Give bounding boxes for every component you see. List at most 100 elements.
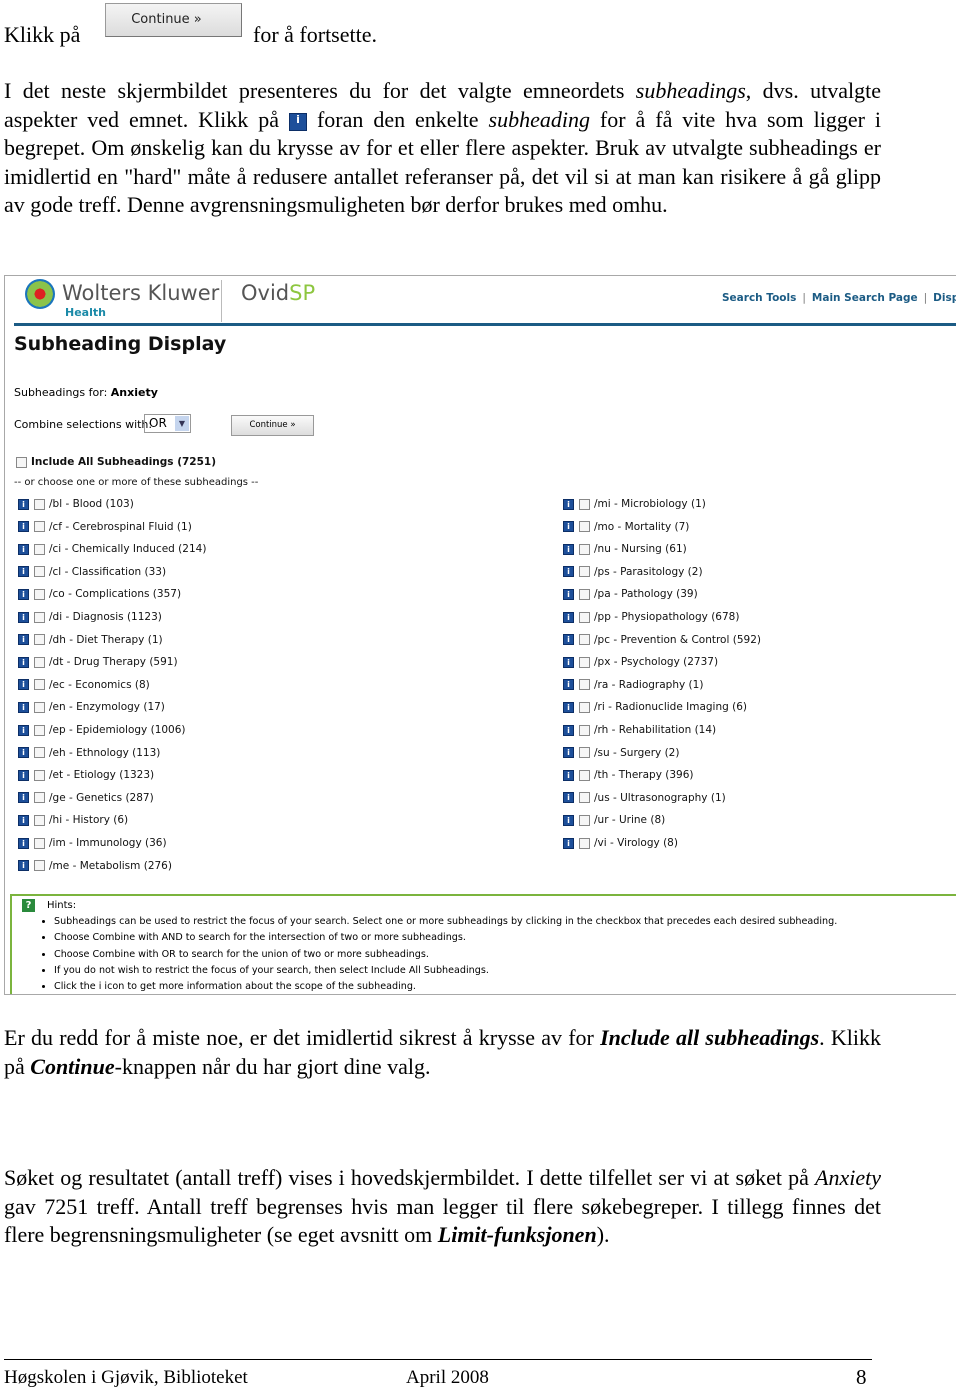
subheading-item: i/us - Ultrasonography (1) [563,790,726,806]
info-icon[interactable]: i [18,498,29,510]
subheading-checkbox[interactable] [34,634,45,646]
subheading-checkbox[interactable] [579,543,590,555]
subheading-label: /us - Ultrasonography (1) [594,791,726,804]
info-icon[interactable]: i [18,747,29,759]
info-icon[interactable]: i [18,701,29,713]
info-icon[interactable]: i [563,769,574,781]
subheading-checkbox[interactable] [34,498,45,510]
divider [221,280,222,322]
info-icon[interactable]: i [563,679,574,691]
info-icon[interactable]: i [563,837,574,849]
subheading-label: /bl - Blood (103) [49,498,134,510]
info-icon[interactable]: i [563,814,574,826]
continue-button-image: Continue » [105,3,242,37]
subheading-checkbox[interactable] [34,521,45,533]
nav-search-tools[interactable]: Search Tools [722,292,796,304]
subheading-checkbox[interactable] [34,769,45,781]
info-icon[interactable]: i [563,543,574,555]
include-all-checkbox[interactable] [16,456,27,468]
subheading-checkbox[interactable] [579,792,590,804]
info-icon[interactable]: i [18,543,29,555]
subheading-checkbox[interactable] [34,860,45,872]
subheading-checkbox[interactable] [579,566,590,578]
subheading-checkbox[interactable] [34,543,45,555]
subheading-checkbox[interactable] [579,611,590,623]
info-icon[interactable]: i [18,679,29,691]
subheading-checkbox[interactable] [579,656,590,668]
subheading-checkbox[interactable] [34,679,45,691]
info-icon[interactable]: i [18,566,29,578]
info-icon[interactable]: i [18,769,29,781]
nav-display[interactable]: Display [933,292,956,304]
subheading-checkbox[interactable] [579,498,590,510]
subheading-label: /eh - Ethnology (113) [49,746,161,759]
hint-item: Choose Combine with OR to search for the… [54,947,837,963]
subheading-checkbox[interactable] [579,701,590,713]
continue-button[interactable]: Continue » [231,415,314,436]
subheading-label: /vi - Virology (8) [594,837,678,849]
subheading-checkbox[interactable] [34,747,45,759]
subheading-checkbox[interactable] [579,747,590,759]
paragraph-1: I det neste skjermbildet presenteres du … [4,78,881,218]
subheading-checkbox[interactable] [579,769,590,781]
subheading-checkbox[interactable] [579,724,590,736]
subheading-item: i/im - Immunology (36) [18,835,167,851]
info-icon[interactable]: i [18,792,29,804]
subheading-checkbox[interactable] [34,656,45,668]
subheading-checkbox[interactable] [579,634,590,646]
subheading-label: /ps - Parasitology (2) [594,565,703,578]
page-number: 8 [856,1365,867,1389]
info-icon[interactable]: i [18,521,29,533]
subheading-item: i/ci - Chemically Induced (214) [18,541,206,557]
subheading-checkbox[interactable] [579,837,590,849]
info-icon[interactable]: i [18,860,29,872]
info-icon[interactable]: i [563,611,574,623]
header-rule [14,323,956,326]
subheading-item: i/mi - Microbiology (1) [563,496,706,512]
nav-main-search-page[interactable]: Main Search Page [812,292,918,304]
subheading-checkbox[interactable] [579,679,590,691]
help-icon: ? [22,899,35,912]
subheading-item: i/cl - Classification (33) [18,564,166,580]
subheading-item: i/et - Etiology (1323) [18,767,154,783]
subheading-checkbox[interactable] [34,611,45,623]
hints-title: Hints: [47,900,77,911]
info-icon[interactable]: i [563,701,574,713]
combine-label: Combine selections with: [14,418,153,431]
subheading-checkbox[interactable] [34,566,45,578]
subheading-item: i/cf - Cerebrospinal Fluid (1) [18,519,192,535]
info-icon[interactable]: i [18,814,29,826]
subheading-checkbox[interactable] [579,814,590,826]
info-icon[interactable]: i [18,656,29,668]
subheading-checkbox[interactable] [34,701,45,713]
info-icon[interactable]: i [563,656,574,668]
info-icon[interactable]: i [18,588,29,600]
info-icon[interactable]: i [563,634,574,646]
subheading-checkbox[interactable] [34,837,45,849]
info-icon[interactable]: i [563,566,574,578]
info-icon[interactable]: i [563,588,574,600]
subheading-checkbox[interactable] [34,588,45,600]
info-icon[interactable]: i [563,724,574,736]
info-icon[interactable]: i [563,521,574,533]
subheading-label: /rh - Rehabilitation (14) [594,724,717,736]
subheading-checkbox[interactable] [579,588,590,600]
info-icon[interactable]: i [18,724,29,736]
subheading-checkbox[interactable] [34,724,45,736]
subheading-checkbox[interactable] [34,792,45,804]
subheading-item: i/hi - History (6) [18,812,128,828]
subheadings-for: Subheadings for: Anxiety [14,386,158,399]
combine-select[interactable]: OR ▼ [144,414,191,433]
subheading-label: /ra - Radiography (1) [594,678,704,691]
subheading-item: i/pp - Physiopathology (678) [563,609,739,625]
subheading-item: i/pc - Prevention & Control (592) [563,632,761,648]
info-icon[interactable]: i [563,498,574,510]
subheading-label: /dt - Drug Therapy (591) [49,656,178,669]
subheading-checkbox[interactable] [579,521,590,533]
info-icon[interactable]: i [18,634,29,646]
info-icon[interactable]: i [18,611,29,623]
info-icon[interactable]: i [18,837,29,849]
info-icon[interactable]: i [563,792,574,804]
subheading-checkbox[interactable] [34,814,45,826]
info-icon[interactable]: i [563,747,574,759]
